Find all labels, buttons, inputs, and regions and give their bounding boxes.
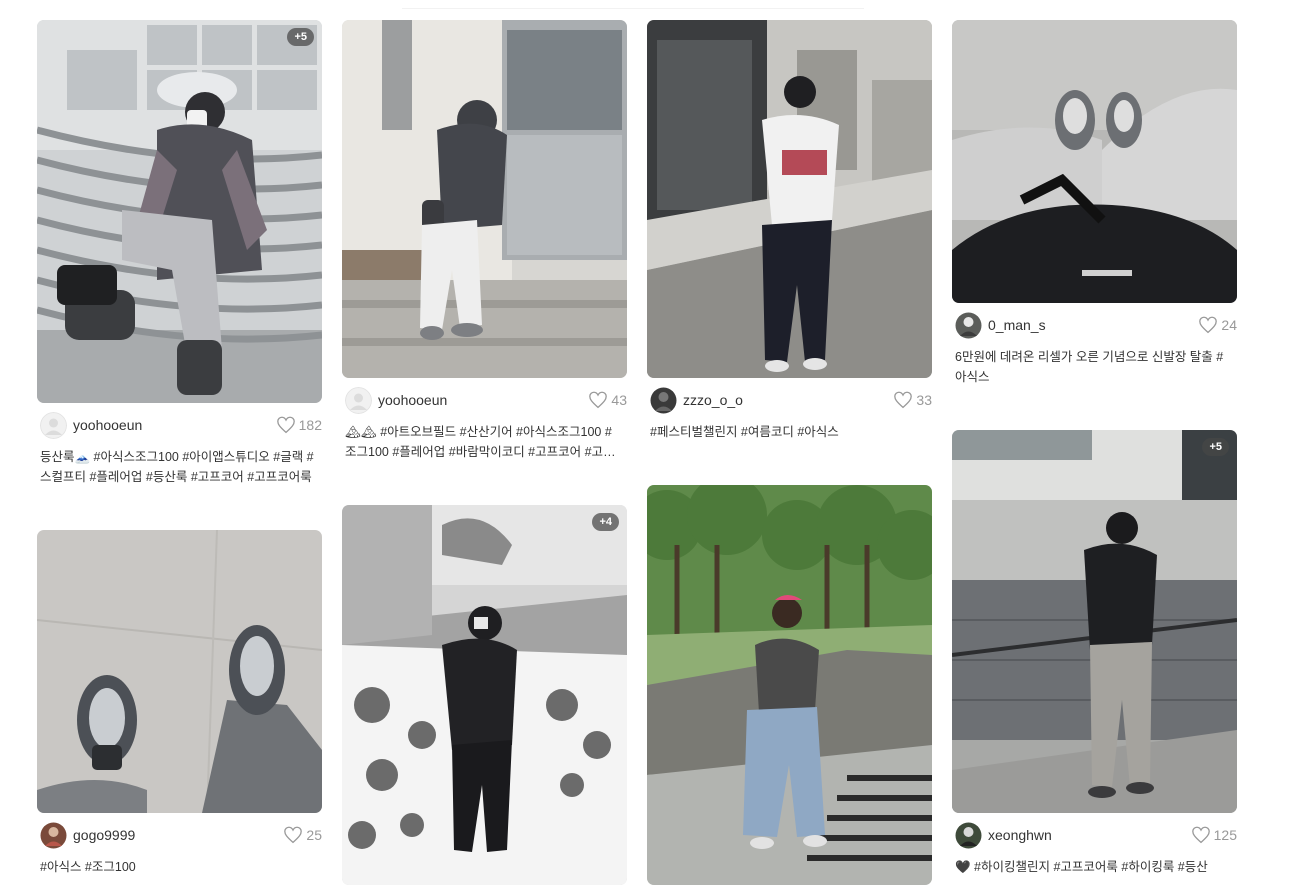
feed-card[interactable]: +4: [342, 505, 627, 885]
username[interactable]: yoohooeun: [378, 392, 447, 408]
user-avatar[interactable]: [40, 822, 67, 849]
extra-photos-badge: +5: [1202, 438, 1229, 456]
heart-outline-icon: [1191, 826, 1210, 844]
user-avatar[interactable]: [955, 312, 982, 339]
user-avatar[interactable]: [345, 386, 372, 414]
username[interactable]: xeonghwn: [988, 827, 1052, 843]
heart-outline-icon: [284, 826, 303, 844]
username[interactable]: yoohooeun: [73, 417, 142, 433]
heart-outline-icon: [1199, 316, 1218, 334]
like-button[interactable]: 125: [1191, 826, 1237, 844]
feed-card[interactable]: +5 yoohooeun 182 등산룩🗻 #아식스조그100 #아이앱스튜디오…: [37, 20, 322, 487]
card-caption: #아식스 #조그100: [40, 860, 136, 874]
feed-card[interactable]: zzzo_o_o 33 #페스티벌챌린지 #여름코디 #아식스: [647, 20, 932, 442]
like-button[interactable]: 24: [1198, 316, 1237, 334]
card-photo[interactable]: +5: [37, 20, 322, 403]
feed-card[interactable]: gogo9999 25 #아식스 #조그100: [37, 530, 322, 877]
heart-outline-icon: [589, 391, 608, 409]
card-caption: #페스티벌챌린지 #여름코디 #아식스: [650, 425, 839, 439]
card-meta: yoohooeun 43: [342, 384, 627, 416]
like-count: 125: [1213, 827, 1237, 843]
card-meta: yoohooeun 182: [37, 409, 322, 441]
feed-card[interactable]: yoohooeun 43 🏔🏔 #아트오브필드 #산산기어 #아식스조그100 …: [342, 20, 627, 462]
username[interactable]: 0_man_s: [988, 317, 1046, 333]
card-photo[interactable]: +5: [952, 430, 1237, 813]
extra-photos-badge: +4: [592, 513, 619, 531]
card-caption: 6만원에 데려온 리셀가 오른 기념으로 신발장 탈출 #아식스: [955, 350, 1224, 384]
card-caption: 🖤 #하이킹챌린지 #고프코어룩 #하이킹룩 #등산: [955, 860, 1208, 874]
card-meta: gogo9999 25: [37, 819, 322, 851]
like-count: 25: [306, 827, 322, 843]
like-count: 33: [916, 392, 932, 408]
card-photo[interactable]: [37, 530, 322, 813]
card-photo[interactable]: [647, 20, 932, 378]
like-count: 182: [298, 417, 322, 433]
card-meta: xeonghwn 125: [952, 819, 1237, 851]
user-avatar[interactable]: [40, 411, 67, 439]
user-avatar[interactable]: [955, 822, 982, 849]
like-button[interactable]: 182: [276, 416, 322, 434]
feed-card[interactable]: 0_man_s 24 6만원에 데려온 리셀가 오른 기념으로 신발장 탈출 #…: [952, 20, 1237, 387]
card-photo[interactable]: [647, 485, 932, 885]
card-photo[interactable]: [952, 20, 1237, 303]
feed-card[interactable]: +5 xeonghwn 125 🖤 #하이킹챌린지 #고프코어룩 #하이킹룩 #…: [952, 430, 1237, 877]
like-button[interactable]: 33: [893, 391, 932, 409]
card-meta: 0_man_s 24: [952, 309, 1237, 341]
heart-outline-icon: [276, 416, 295, 434]
like-count: 24: [1221, 317, 1237, 333]
like-button[interactable]: 25: [283, 826, 322, 844]
username[interactable]: gogo9999: [73, 827, 135, 843]
username[interactable]: zzzo_o_o: [683, 392, 743, 408]
like-button[interactable]: 43: [588, 391, 627, 409]
like-count: 43: [611, 392, 627, 408]
feed-card[interactable]: [647, 485, 932, 885]
card-caption: 🏔🏔 #아트오브필드 #산산기어 #아식스조그100 #조그100 #플레어업 …: [345, 425, 615, 459]
card-photo[interactable]: [342, 20, 627, 378]
card-caption: 등산룩🗻 #아식스조그100 #아이앱스튜디오 #글랙 #스컬프티 #플레어업 …: [40, 450, 314, 484]
heart-outline-icon: [894, 391, 913, 409]
extra-photos-badge: +5: [287, 28, 314, 46]
user-avatar[interactable]: [650, 387, 677, 414]
top-divider: [402, 8, 864, 9]
card-photo[interactable]: +4: [342, 505, 627, 885]
card-meta: zzzo_o_o 33: [647, 384, 932, 416]
